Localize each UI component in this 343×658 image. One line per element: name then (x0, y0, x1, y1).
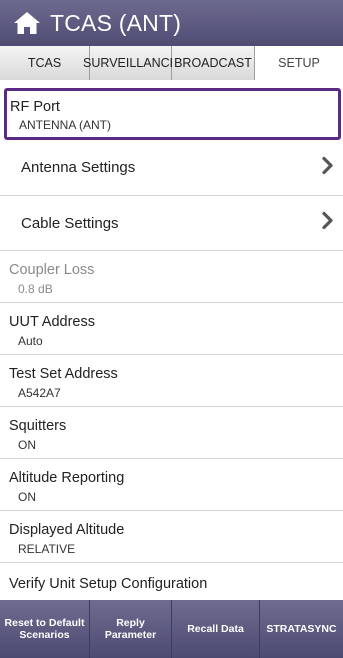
title-bar: TCAS (ANT) (0, 0, 343, 46)
verify-unit-setup-label: Verify Unit Setup Configuration (9, 576, 208, 592)
tab-surveillance[interactable]: SURVEILLANCE (83, 46, 178, 80)
altitude-reporting-value: ON (18, 490, 36, 504)
test-set-address-label: Test Set Address (9, 366, 118, 382)
test-set-address-item[interactable]: Test Set Address A542A7 (0, 355, 343, 407)
tab-broadcast[interactable]: BROADCAST (172, 46, 255, 80)
cable-settings-label: Cable Settings (21, 214, 119, 232)
settings-list: RF Port ANTENNA (ANT) Antenna Settings C… (0, 82, 343, 600)
displayed-altitude-value: RELATIVE (18, 542, 76, 556)
rf-port-label: RF Port (10, 99, 60, 115)
uut-address-value: Auto (18, 334, 43, 348)
rf-port-item[interactable]: RF Port ANTENNA (ANT) (4, 88, 341, 140)
chevron-right-icon (322, 211, 333, 235)
cable-settings-item[interactable]: Cable Settings (0, 196, 343, 251)
reset-button-line2: Scenarios (19, 629, 70, 641)
squitters-value: ON (18, 438, 36, 452)
altitude-reporting-item[interactable]: Altitude Reporting ON (0, 459, 343, 511)
displayed-altitude-item[interactable]: Displayed Altitude RELATIVE (0, 511, 343, 563)
tab-tcas[interactable]: TCAS (0, 46, 90, 80)
reset-button-line1: Reset to Default (4, 616, 85, 629)
tab-bar: TCAS SURVEILLANCE BROADCAST SETUP (0, 46, 343, 80)
test-set-address-value: A542A7 (18, 386, 61, 400)
tab-setup[interactable]: SETUP (255, 46, 343, 80)
uut-address-item[interactable]: UUT Address Auto (0, 303, 343, 355)
coupler-loss-label: Coupler Loss (9, 262, 95, 278)
squitters-label: Squitters (9, 418, 67, 434)
reply-button-line2: Parameter (104, 629, 157, 641)
uut-address-label: UUT Address (9, 314, 95, 330)
bottom-toolbar: Reset to Default Scenarios Reply Paramet… (0, 600, 343, 658)
coupler-loss-value: 0.8 dB (18, 282, 53, 296)
stratasync-button[interactable]: STRATASYNC (260, 600, 343, 658)
chevron-right-icon (322, 156, 333, 179)
verify-unit-setup-item[interactable]: Verify Unit Setup Configuration (0, 563, 343, 600)
recall-data-button[interactable]: Recall Data (172, 600, 260, 658)
reset-to-default-button[interactable]: Reset to Default Scenarios (0, 600, 90, 658)
antenna-settings-label: Antenna Settings (21, 159, 136, 176)
home-icon[interactable] (10, 8, 44, 38)
altitude-reporting-label: Altitude Reporting (9, 470, 125, 486)
squitters-item[interactable]: Squitters ON (0, 407, 343, 459)
displayed-altitude-label: Displayed Altitude (9, 522, 125, 538)
page-title: TCAS (ANT) (50, 9, 182, 36)
reply-parameter-button[interactable]: Reply Parameter (90, 600, 172, 658)
coupler-loss-item[interactable]: Coupler Loss 0.8 dB (0, 251, 343, 303)
reply-button-line1: Reply (116, 616, 145, 629)
rf-port-value: ANTENNA (ANT) (19, 118, 112, 132)
antenna-settings-item[interactable]: Antenna Settings (0, 140, 343, 196)
